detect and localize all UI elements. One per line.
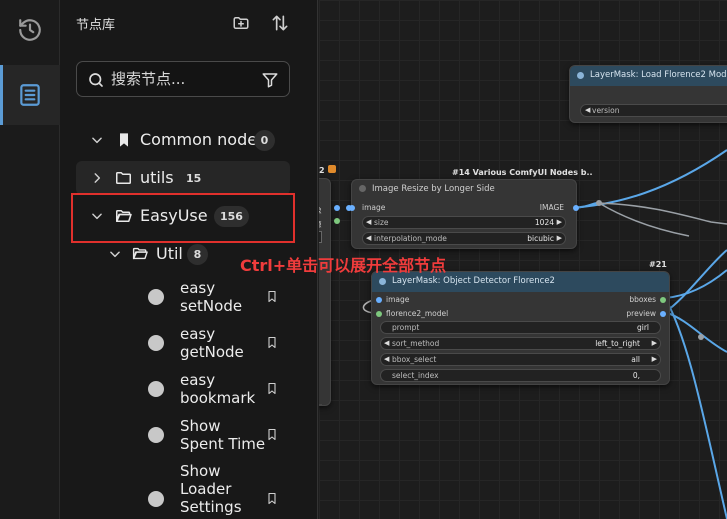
widget-sort-method[interactable]: ◀ sort_method left_to_right ▶ — [380, 337, 661, 350]
bookmark-outline-icon[interactable] — [266, 427, 278, 442]
widget-name: prompt — [392, 323, 420, 332]
node-title: LayerMask: Load Florence2 Mode — [590, 70, 727, 80]
slot-label: 源 — [319, 219, 322, 230]
arrow-right-icon[interactable]: ▶ — [557, 218, 562, 226]
divider — [319, 404, 322, 406]
widget-version[interactable]: ◀ version — [580, 104, 727, 117]
history-button[interactable] — [0, 0, 60, 60]
slot-label: image — [362, 203, 386, 212]
node-dot-icon — [148, 289, 164, 305]
output-slot-preview[interactable] — [660, 311, 666, 317]
arrow-left-icon[interactable]: ◀ — [384, 355, 389, 363]
bookmark-outline-icon[interactable] — [266, 491, 278, 506]
input-slot-image[interactable] — [376, 297, 382, 303]
widget-name: bbox_select — [392, 355, 437, 364]
node-id: 2 — [319, 166, 325, 175]
highlight-box — [71, 193, 295, 243]
slot-label: florence2_model — [386, 309, 449, 318]
arrow-left-icon[interactable]: ◀ — [366, 218, 371, 226]
node-dot-icon — [148, 427, 164, 443]
bookmark-outline-icon[interactable] — [266, 335, 278, 350]
bookmark-outline-icon[interactable] — [266, 381, 278, 396]
node-dot-icon — [148, 335, 164, 351]
widget-bbox-select[interactable]: ◀ bbox_select all ▶ — [380, 353, 661, 366]
widget-size[interactable]: ◀ size 1024 ▶ — [362, 216, 566, 229]
slot-label: preview — [626, 309, 656, 318]
leaf-label: Show Loader Settings — [180, 462, 242, 516]
node-id: #21 — [649, 260, 667, 269]
widget-interpolation-mode[interactable]: ◀ interpolation_mode bicubic ▶ — [362, 232, 566, 245]
widget-name: interpolation_mode — [374, 234, 447, 243]
widget-value: 1024 — [534, 218, 554, 227]
output-slot[interactable] — [334, 218, 340, 224]
input-slot-model[interactable] — [376, 311, 382, 317]
side-rail — [0, 0, 60, 519]
node-collapse-dot[interactable] — [577, 72, 584, 79]
widget-value: left_to_right — [595, 339, 640, 348]
output-slot[interactable] — [334, 205, 340, 211]
widget-name: version — [592, 106, 620, 115]
arrow-left-icon[interactable]: ◀ — [366, 234, 371, 242]
leaf-label: easy setNode — [180, 279, 243, 315]
arrow-right-icon[interactable]: ▶ — [557, 234, 562, 242]
widget-name: sort_method — [392, 339, 440, 348]
history-icon — [19, 19, 41, 41]
node-collapse-dot[interactable] — [359, 185, 366, 192]
arrow-left-icon[interactable]: ◀ — [384, 339, 389, 347]
arrow-right-icon[interactable]: ▶ — [652, 339, 657, 347]
fox-badge-icon — [328, 165, 336, 173]
arrow-left-icon: ◀ — [585, 106, 591, 114]
widget-select-index[interactable]: select_index 0, — [380, 369, 661, 382]
bookmark-outline-icon[interactable] — [266, 289, 278, 304]
widget-value: girl — [636, 323, 649, 332]
node-title: Image Resize by Longer Side — [372, 184, 495, 194]
widget-value: all — [631, 355, 640, 364]
node-image-resize[interactable]: Image Resize by Longer Side image IMAGE … — [349, 179, 579, 249]
output-slot-image[interactable] — [573, 205, 579, 211]
link-anchor — [346, 205, 352, 211]
node-load-florence2[interactable]: LayerMask: Load Florence2 Mode ◀ version — [569, 65, 727, 123]
node-object-detector[interactable]: LayerMask: Object Detector Florence2 ima… — [371, 271, 670, 385]
widget-fragment[interactable] — [319, 231, 322, 243]
leaf-label: easy getNode — [180, 325, 244, 361]
leaf-label: easy bookmark — [180, 371, 256, 407]
node-collapse-dot[interactable] — [379, 278, 386, 285]
node-title: LayerMask: Object Detector Florence2 — [392, 276, 555, 286]
widget-value: bicubic — [527, 234, 554, 243]
widget-name: select_index — [392, 371, 439, 380]
node-library-button[interactable] — [0, 65, 60, 125]
slot-label: bboxes — [629, 295, 656, 304]
leaf-label: Show Spent Time — [180, 417, 266, 453]
node-partial-left[interactable]: 像 源 — [319, 178, 331, 406]
book-icon — [20, 84, 40, 106]
output-slot-bboxes[interactable] — [660, 297, 666, 303]
widget-prompt[interactable]: prompt girl — [380, 321, 661, 334]
widget-name: size — [374, 218, 389, 227]
arrow-right-icon[interactable]: ▶ — [652, 355, 657, 363]
node-dot-icon — [148, 491, 164, 507]
widget-value: 0, — [632, 371, 640, 380]
hint-text: Ctrl+单击可以展开全部节点 — [240, 256, 447, 275]
slot-label: IMAGE — [539, 203, 564, 212]
slot-label: image — [386, 295, 410, 304]
node-badge: #14 Various ComfyUI Nodes b.. — [452, 168, 593, 177]
slot-label: 像 — [319, 205, 322, 216]
node-dot-icon — [148, 381, 164, 397]
